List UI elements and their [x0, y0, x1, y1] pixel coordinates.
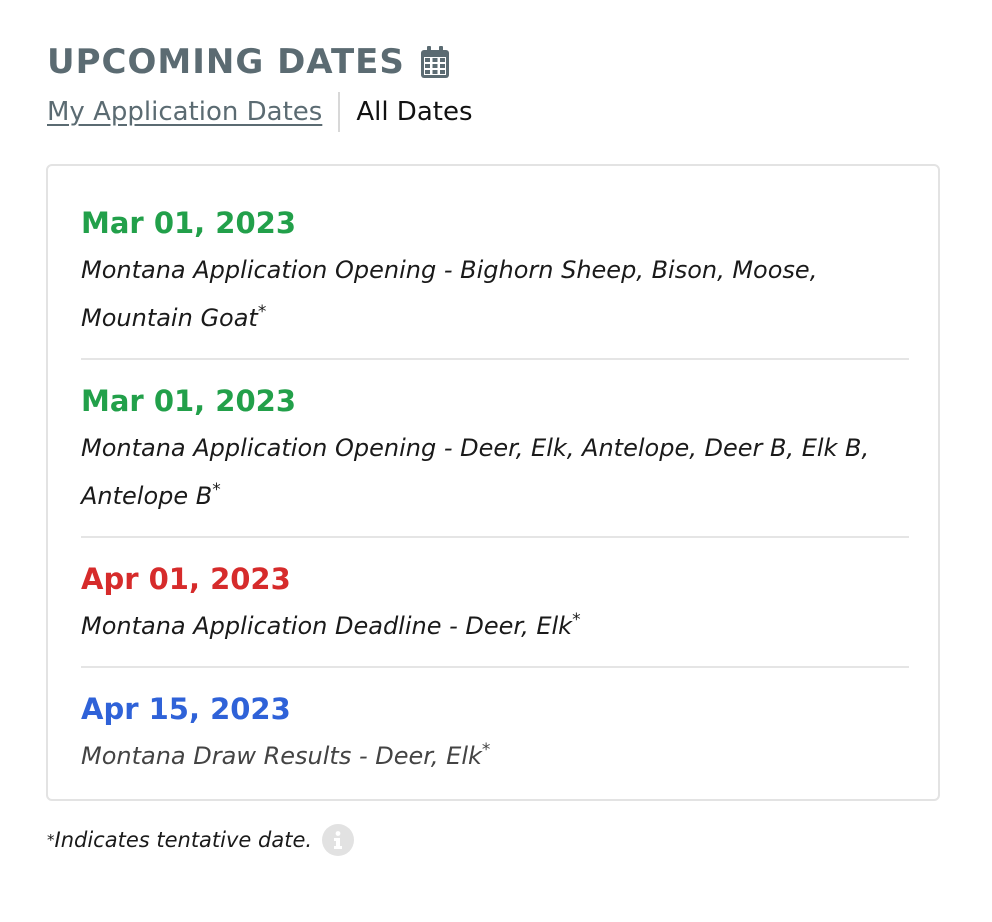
entry-description-text: Montana Application Deadline - Deer, Elk [81, 612, 573, 640]
entry-description: Montana Application Opening - Deer, Elk,… [81, 424, 909, 520]
tentative-marker: * [481, 740, 491, 760]
date-filter-tabs: My Application Dates All Dates [47, 92, 473, 132]
section-header: UPCOMING DATES [47, 40, 449, 84]
entry-date: Apr 15, 2023 [81, 692, 291, 726]
tab-my-application-dates[interactable]: My Application Dates [47, 97, 338, 127]
dates-list: Mar 01, 2023 Montana Application Opening… [81, 166, 909, 799]
list-item: Mar 01, 2023 Montana Application Opening… [81, 166, 909, 360]
tentative-marker: * [257, 302, 267, 322]
entry-description: Montana Application Opening - Bighorn Sh… [81, 246, 909, 342]
entry-date: Mar 01, 2023 [81, 206, 297, 240]
info-icon[interactable] [322, 824, 355, 856]
entry-description-text: Montana Application Opening - Deer, Elk,… [81, 434, 870, 510]
tentative-marker: * [572, 610, 581, 630]
entry-description-text: Montana Application Opening - Bighorn Sh… [81, 256, 818, 332]
footnote-text: Indicates tentative date. [54, 828, 313, 852]
list-item: Mar 01, 2023 Montana Application Opening… [81, 360, 909, 538]
dates-card: Mar 01, 2023 Montana Application Opening… [46, 164, 940, 801]
list-item: Apr 15, 2023 Montana Draw Results - Deer… [81, 668, 909, 799]
entry-description: Montana Application Deadline - Deer, Elk… [81, 602, 909, 650]
entry-description: Montana Draw Results - Deer, Elk* [81, 732, 909, 780]
entry-date: Mar 01, 2023 [81, 384, 297, 418]
calendar-icon [420, 46, 449, 78]
section-title: UPCOMING DATES [47, 42, 405, 82]
list-item: Apr 01, 2023 Montana Application Deadlin… [81, 538, 909, 668]
tab-all-dates[interactable]: All Dates [340, 97, 472, 127]
entry-date: Apr 01, 2023 [81, 562, 291, 596]
entry-description-text: Montana Draw Results - Deer, Elk [81, 742, 482, 770]
footnote: * Indicates tentative date. [47, 824, 355, 856]
tentative-marker: * [212, 480, 221, 500]
